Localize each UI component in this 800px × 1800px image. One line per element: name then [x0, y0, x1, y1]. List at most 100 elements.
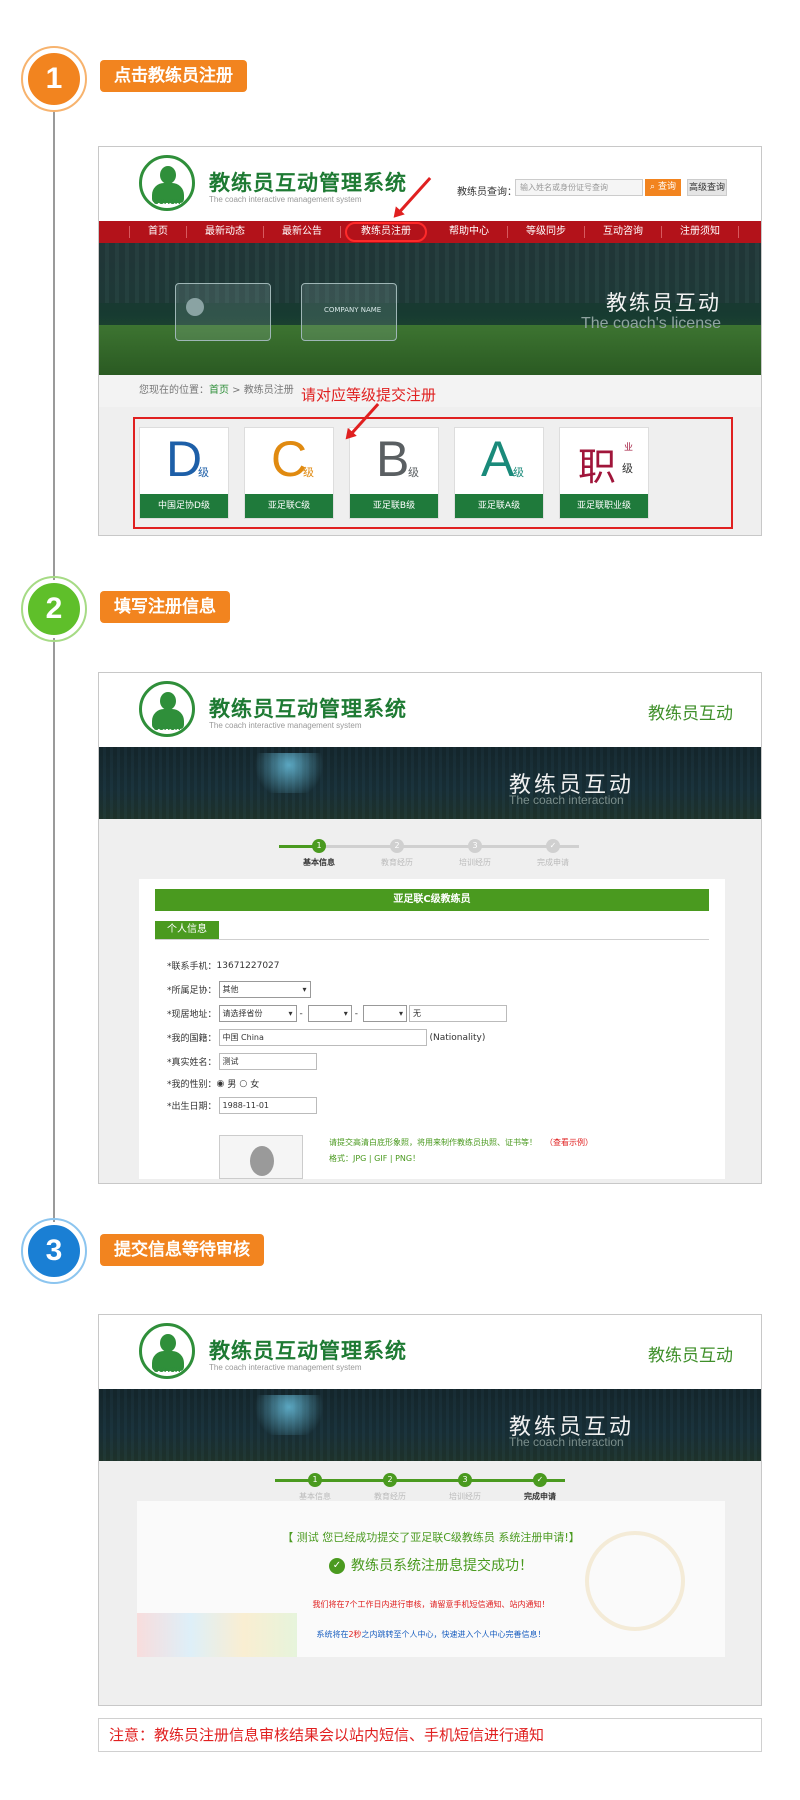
city-select[interactable] — [307, 1005, 352, 1022]
panel-3-success: COACH 教练员互动管理系统 The coach interactive ma… — [98, 1314, 762, 1706]
name-input[interactable]: 测试 — [218, 1053, 317, 1070]
step-3-circle: 3 — [25, 1222, 83, 1280]
nav-coach-register[interactable]: 教练员注册 — [345, 222, 427, 242]
gender-female-radio[interactable]: ○ — [239, 1079, 247, 1089]
banner-title: 教练员互动 — [606, 291, 721, 315]
step-dot-2: 2 — [390, 839, 404, 853]
search-icon: ⌕ — [650, 182, 658, 192]
timeline-line — [53, 110, 55, 1250]
nav-news[interactable]: 最新动态 — [187, 226, 264, 238]
form-header: 亚足联C级教练员 — [155, 889, 709, 911]
right-brand: 教练员互动 — [648, 704, 733, 724]
site-header: COACH 教练员互动管理系统 The coach interactive ma… — [99, 1315, 761, 1389]
photo-upload[interactable] — [219, 1135, 303, 1179]
birthdate-input[interactable]: 1988-11-01 — [218, 1097, 317, 1114]
row-name: *真实姓名： 测试 — [167, 1053, 317, 1070]
nav-announcements[interactable]: 最新公告 — [264, 226, 341, 238]
step-label-2: 教育经历 — [381, 858, 413, 867]
step-dot-1: 1 — [308, 1473, 322, 1487]
step-dot-2: 2 — [383, 1473, 397, 1487]
site-title: 教练员互动管理系统 — [209, 697, 407, 721]
level-c-card[interactable]: C 级 亚足联C级 — [244, 427, 334, 519]
right-brand: 教练员互动 — [648, 1346, 733, 1366]
panel-2-form: COACH 教练员互动管理系统 The coach interactive ma… — [98, 672, 762, 1184]
banner-interaction: 教练员互动 The coach interaction — [99, 747, 761, 819]
level-a-card[interactable]: A 级 亚足联A级 — [454, 427, 544, 519]
success-message: ✓ 教练员系统注册息提交成功！ — [137, 1555, 725, 1575]
nav-home[interactable]: 首页 — [129, 226, 187, 238]
level-selection: D 级 中国足协D级 C 级 亚足联C级 B 级 亚足联B级 A 级 亚足联A级… — [133, 417, 733, 529]
step-3-label: 提交信息等待审核 — [100, 1234, 264, 1266]
progress-stepper: 1 2 3 ✓ 基本信息 教育经历 培训经历 完成申请 — [279, 839, 599, 869]
row-association: *所属足协： 其他 — [167, 981, 311, 998]
avatar-icon — [186, 298, 204, 316]
view-sample-link[interactable]: （查看示例） — [545, 1138, 593, 1147]
site-subtitle: The coach interactive management system — [209, 195, 362, 204]
progress-stepper: 1 2 3 ✓ 基本信息 教育经历 培训经历 完成申请 — [275, 1473, 595, 1503]
step-2-label: 填写注册信息 — [100, 591, 230, 623]
license-card-front — [175, 283, 271, 341]
row-gender: *我的性别： ◉ 男 ○ 女 — [167, 1078, 260, 1091]
nav-register-notes[interactable]: 注册须知 — [662, 226, 739, 238]
personal-center-link[interactable]: 之内跳转至个人中心，快速进入个人中心完善信息！ — [362, 1630, 546, 1639]
banner-interaction: 教练员互动 The coach interaction — [99, 1389, 761, 1461]
step-dot-3: 3 — [458, 1473, 472, 1487]
nav-consult[interactable]: 互动咨询 — [585, 226, 662, 238]
tutorial-page: 1 点击教练员注册 COACH 教练员互动管理系统 The coach inte… — [0, 0, 800, 1800]
gender-male-radio[interactable]: ◉ — [217, 1079, 225, 1089]
row-phone: *联系手机： 13671227027 — [167, 960, 280, 973]
advanced-search-button[interactable]: 高级查询 — [687, 179, 727, 196]
main-nav: 首页 最新动态 最新公告 教练员注册 帮助中心 等级同步 互动咨询 注册须知 — [99, 221, 761, 243]
breadcrumb: 您现在的位置：首页 > 教练员注册 请对应等级提交注册 — [99, 375, 761, 407]
site-header: COACH 教练员互动管理系统 The coach interactive ma… — [99, 147, 761, 221]
row-birthdate: *出生日期： 1988-11-01 — [167, 1097, 317, 1114]
banner-subtitle: The coach interaction — [509, 793, 624, 807]
step-2-circle: 2 — [25, 580, 83, 638]
success-title: 【 测试 您已经成功提交了亚足联C级教练员 系统注册申请!】 — [282, 1531, 580, 1544]
level-b-card[interactable]: B 级 亚足联B级 — [349, 427, 439, 519]
step-dot-1: 1 — [312, 839, 326, 853]
step-1-circle: 1 — [25, 50, 83, 108]
registration-form: 亚足联C级教练员 个人信息 *联系手机： 13671227027 *所属足协： 其… — [139, 879, 725, 1179]
site-subtitle: The coach interactive management system — [209, 1363, 362, 1372]
breadcrumb-home-link[interactable]: 首页 — [209, 385, 229, 396]
coach-logo-icon: COACH — [139, 1323, 195, 1379]
site-title: 教练员互动管理系统 — [209, 1339, 407, 1363]
bottom-notice: 注意：教练员注册信息审核结果会以站内短信、手机短信进行通知 — [98, 1718, 762, 1752]
step-label-1: 基本信息 — [303, 858, 335, 867]
tab-personal-info[interactable]: 个人信息 — [155, 921, 219, 939]
portrait-placeholder-icon — [250, 1146, 274, 1176]
level-pro-card[interactable]: 职 业 级 亚足联职业级 — [559, 427, 649, 519]
license-card-back: COMPANY NAME — [301, 283, 397, 341]
association-select[interactable]: 其他 — [218, 981, 311, 998]
phone-value: 13671227027 — [216, 960, 280, 971]
success-card: 【 测试 您已经成功提交了亚足联C级教练员 系统注册申请!】 ✓ 教练员系统注册息… — [137, 1501, 725, 1657]
banner-license: COMPANY NAME 教练员互动 The coach's license — [99, 243, 761, 375]
site-header: COACH 教练员互动管理系统 The coach interactive ma… — [99, 673, 761, 747]
province-select[interactable]: 请选择省份 — [218, 1005, 297, 1022]
step-dot-3: 3 — [468, 839, 482, 853]
step-label-4: 完成申请 — [537, 858, 569, 867]
site-title: 教练员互动管理系统 — [209, 171, 407, 195]
step-label-3: 培训经历 — [459, 858, 491, 867]
step-dot-4: ✓ — [533, 1473, 547, 1487]
site-subtitle: The coach interactive management system — [209, 721, 362, 730]
address-input[interactable]: 无 — [409, 1005, 508, 1022]
district-select[interactable] — [363, 1005, 408, 1022]
panel-1-homepage: COACH 教练员互动管理系统 The coach interactive ma… — [98, 146, 762, 536]
review-notice: 我们将在7个工作日内进行审核，请留意手机短信通知、站内通知！ — [312, 1600, 550, 1609]
step-dot-4: ✓ — [546, 839, 560, 853]
football-icon — [585, 1531, 685, 1631]
nav-level-sync[interactable]: 等级同步 — [508, 226, 585, 238]
row-address: *现居地址： 请选择省份 - - 无 — [167, 1005, 508, 1022]
banner-subtitle: The coach's license — [580, 315, 721, 332]
search-button[interactable]: ⌕ 查询 — [645, 179, 681, 196]
instruction-note: 请对应等级提交注册 — [301, 386, 437, 404]
nationality-input[interactable]: 中国 China — [218, 1029, 427, 1046]
search-input[interactable]: 输入姓名或身份证号查询 — [515, 179, 643, 196]
photo-format: 格式：JPG | GIF | PNG！ — [329, 1154, 421, 1163]
banner-subtitle: The coach interaction — [509, 1435, 624, 1449]
coach-logo-icon: COACH — [139, 155, 195, 211]
nav-help[interactable]: 帮助中心 — [431, 226, 508, 238]
level-d-card[interactable]: D 级 中国足协D级 — [139, 427, 229, 519]
